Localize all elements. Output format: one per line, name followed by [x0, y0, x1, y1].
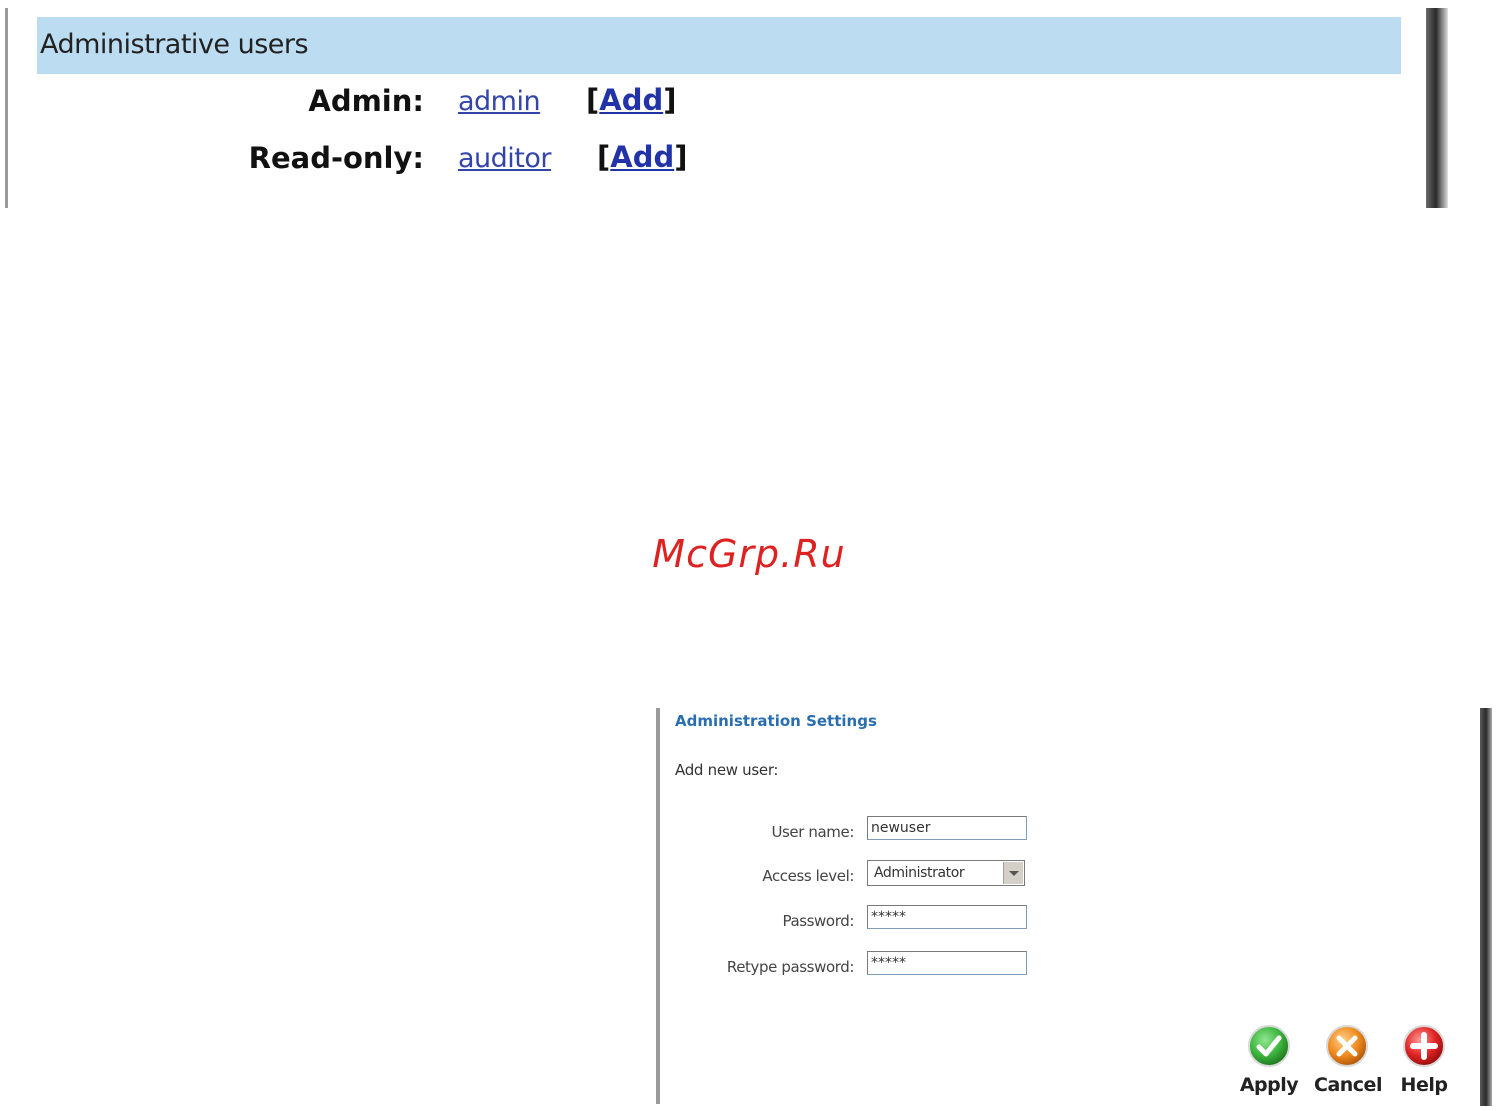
help-button[interactable]: Help [1391, 1024, 1457, 1104]
add-readonly-link[interactable]: [Add] [597, 140, 688, 174]
access-level-value: Administrator [874, 865, 965, 881]
check-icon[interactable] [1247, 1024, 1291, 1068]
password-label: Password: [782, 912, 854, 930]
help-label: Help [1400, 1074, 1448, 1096]
add-readonly-text[interactable]: Add [610, 140, 674, 174]
add-admin-bracket-open: [ [586, 83, 600, 117]
section-header: Administrative users [37, 17, 1401, 74]
add-admin-text[interactable]: Add [599, 83, 663, 117]
settings-subtitle: Add new user: [675, 761, 779, 779]
administration-settings-panel: Administration Settings Add new user: Us… [656, 706, 1496, 1106]
access-level-label: Access level: [762, 867, 854, 885]
readonly-label: Read-only: [248, 141, 424, 175]
panel-right-shadow [1426, 8, 1448, 208]
settings-right-shadow [1480, 708, 1492, 1106]
watermark: McGrp.Ru [652, 532, 846, 576]
add-readonly-bracket-close: ] [674, 140, 688, 174]
administrative-users-panel: Administrative users Admin: admin [Add] … [0, 0, 1498, 210]
username-row: User name: [656, 816, 1056, 846]
password-input[interactable] [867, 905, 1027, 929]
section-header-title: Administrative users [40, 29, 309, 60]
apply-label: Apply [1239, 1074, 1299, 1096]
retype-password-row: Retype password: [656, 951, 1056, 981]
admin-label: Admin: [308, 84, 424, 118]
access-level-select[interactable]: Administrator [867, 860, 1025, 886]
retype-password-label: Retype password: [726, 958, 855, 976]
admin-user-link[interactable]: admin [458, 86, 541, 117]
chevron-down-icon[interactable] [1003, 862, 1023, 884]
username-label: User name: [771, 823, 854, 841]
add-admin-bracket-close: ] [663, 83, 677, 117]
readonly-user-link[interactable]: auditor [458, 143, 552, 174]
cancel-button[interactable]: Cancel [1314, 1024, 1382, 1104]
password-row: Password: [656, 905, 1056, 935]
add-readonly-bracket-open: [ [597, 140, 611, 174]
cancel-label: Cancel [1314, 1074, 1382, 1096]
cancel-x-icon[interactable] [1325, 1024, 1369, 1068]
readonly-row: Read-only: auditor [Add] [0, 137, 900, 181]
retype-password-input[interactable] [867, 951, 1027, 975]
admin-row: Admin: admin [Add] [0, 80, 900, 124]
apply-button[interactable]: Apply [1236, 1024, 1302, 1104]
settings-title: Administration Settings [675, 712, 877, 730]
username-input[interactable] [867, 816, 1027, 840]
help-plus-icon[interactable] [1402, 1024, 1446, 1068]
add-admin-link[interactable]: [Add] [586, 83, 677, 117]
access-level-row: Access level: Administrator [656, 860, 1056, 890]
